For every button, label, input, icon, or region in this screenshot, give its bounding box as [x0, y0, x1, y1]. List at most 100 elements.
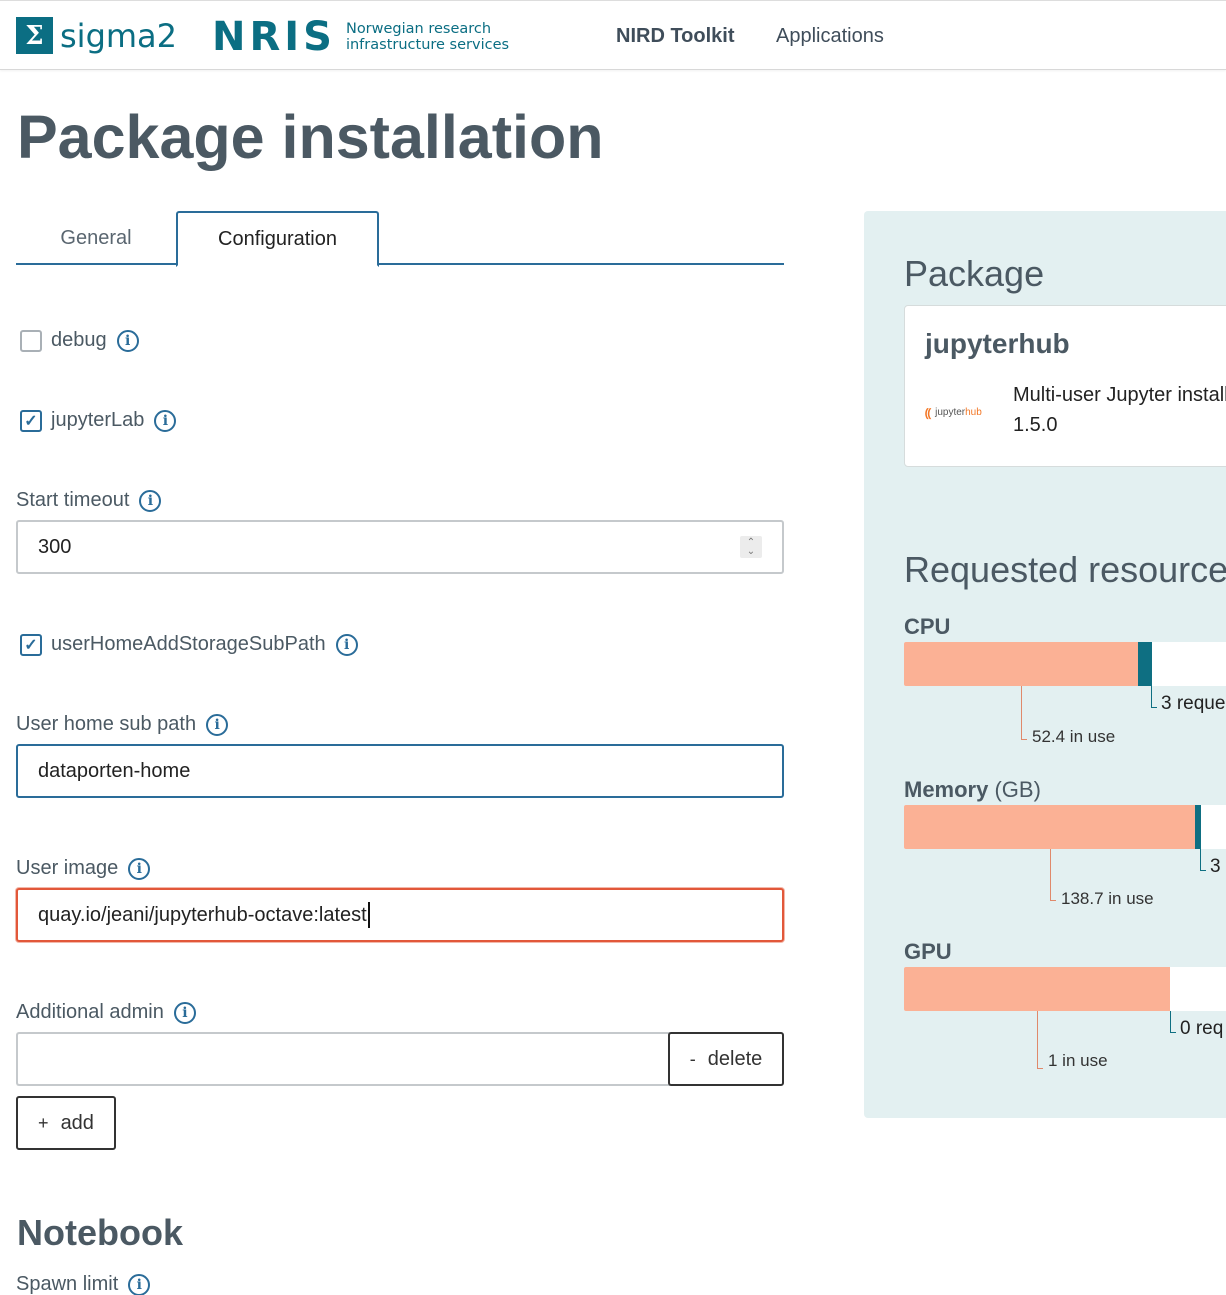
info-icon[interactable]: i	[154, 409, 177, 432]
cpu-in-use-leader	[1021, 686, 1022, 740]
info-icon[interactable]: i	[173, 1001, 196, 1024]
logo-text-hub: hub	[965, 407, 982, 418]
jupyterlab-label: jupyterLab	[51, 409, 145, 431]
jupyter-logo-icon: ⸨	[925, 406, 932, 420]
delete-admin-button[interactable]: - delete	[668, 1032, 784, 1086]
additional-admin-input[interactable]	[16, 1032, 670, 1086]
info-icon[interactable]: i	[116, 329, 139, 352]
gpu-requested-leader	[1170, 1011, 1171, 1033]
sigma2-logo[interactable]: Σ sigma2	[16, 17, 177, 54]
side-panel: Package jupyterhub ⸨ jupyter hub Multi-us…	[864, 211, 1226, 1118]
memory-requested-leader	[1200, 849, 1201, 871]
cpu-in-use-fill	[904, 642, 1138, 686]
sigma-symbol-icon: Σ	[16, 17, 53, 54]
cpu-requested-leader-h	[1151, 707, 1157, 708]
user-image-input[interactable]: quay.io/jeani/jupyterhub-octave:latest	[16, 888, 784, 942]
user-home-add-checkbox[interactable]: ✓	[20, 633, 42, 656]
jupyterlab-checkbox[interactable]: ✓	[20, 409, 42, 432]
requested-resources-heading: Requested resources	[904, 549, 1226, 590]
cpu-bar	[904, 642, 1226, 686]
additional-admin-label-row: Additional admin i	[16, 1001, 196, 1024]
sigma2-wordmark: sigma2	[60, 16, 178, 55]
user-home-sub-path-value: dataporten-home	[38, 759, 191, 782]
gpu-bar	[904, 967, 1226, 1011]
top-navbar: Σ sigma2 NRIS Norwegian research infrast…	[0, 0, 1226, 70]
user-home-sub-path-input[interactable]: dataporten-home	[16, 744, 784, 798]
info-icon[interactable]: i	[128, 1273, 151, 1295]
package-name: jupyterhub	[925, 328, 1070, 359]
start-timeout-label-row: Start timeout i	[16, 489, 162, 512]
start-timeout-input[interactable]: 300 ⌃ ⌄	[16, 520, 784, 574]
debug-label: debug	[51, 329, 107, 351]
jupyterlab-checkbox-row: ✓ jupyterLab i	[20, 409, 177, 432]
spawn-limit-label-row: Spawn limit i	[16, 1273, 151, 1295]
cpu-label: CPU	[904, 614, 950, 640]
nav-nird-toolkit[interactable]: NIRD Toolkit	[616, 25, 735, 48]
nris-logo[interactable]: NRIS Norwegian research infrastructure s…	[212, 15, 521, 59]
user-image-label: User image	[16, 857, 119, 879]
info-icon[interactable]: i	[139, 489, 162, 512]
gpu-requested-label: 0 req	[1180, 1018, 1224, 1039]
user-home-add-label: userHomeAddStorageSubPath	[51, 633, 326, 655]
debug-checkbox-row: debug i	[20, 329, 139, 352]
memory-requested-leader-h	[1200, 870, 1206, 871]
page-title: Package installation	[17, 103, 604, 171]
plus-icon: +	[38, 1112, 49, 1133]
text-caret	[367, 902, 370, 928]
info-icon[interactable]: i	[128, 857, 151, 880]
user-home-add-checkbox-row: ✓ userHomeAddStorageSubPath i	[20, 633, 358, 656]
gpu-requested-leader-h	[1170, 1032, 1176, 1033]
cpu-in-use-label: 52.4 in use	[1032, 727, 1116, 746]
spawn-limit-label: Spawn limit	[16, 1273, 119, 1295]
tab-bar: General Configuration	[16, 211, 784, 267]
add-admin-button[interactable]: + add	[16, 1096, 116, 1150]
gpu-in-use-leader	[1037, 1011, 1038, 1069]
memory-requested-label: 3	[1210, 856, 1221, 877]
nris-wordmark: NRIS	[212, 14, 336, 60]
delete-label: delete	[707, 1047, 763, 1070]
memory-name: Memory	[904, 777, 989, 802]
memory-in-use-leader-h	[1050, 900, 1056, 901]
number-spinner-icon[interactable]: ⌃ ⌄	[740, 536, 762, 558]
package-heading: Package	[904, 253, 1045, 294]
gpu-in-use-label: 1 in use	[1048, 1051, 1108, 1070]
nav-applications[interactable]: Applications	[776, 25, 884, 48]
package-card[interactable]: jupyterhub ⸨ jupyter hub Multi-user Jupyt…	[904, 305, 1226, 467]
memory-requested-fill	[1195, 805, 1201, 849]
minus-icon: -	[689, 1048, 696, 1069]
logo-text-jupyter: jupyter	[935, 407, 966, 418]
tab-configuration[interactable]: Configuration	[176, 211, 379, 267]
memory-label: Memory (GB)	[904, 777, 1041, 803]
user-home-sub-path-label: User home sub path	[16, 713, 197, 735]
cpu-requested-fill	[1138, 642, 1152, 686]
gpu-in-use-leader-h	[1037, 1068, 1043, 1069]
start-timeout-label: Start timeout	[16, 489, 130, 511]
nris-description: Norwegian research infrastructure servic…	[345, 21, 510, 53]
user-image-label-row: User image i	[16, 857, 151, 880]
user-home-sub-path-label-row: User home sub path i	[16, 713, 229, 736]
package-description: Multi-user Jupyter install	[1013, 384, 1226, 406]
additional-admin-label: Additional admin	[16, 1001, 164, 1023]
cpu-requested-leader	[1151, 686, 1152, 708]
cpu-in-use-leader-h	[1021, 739, 1027, 740]
add-label: add	[60, 1111, 94, 1134]
cpu-name: CPU	[904, 614, 951, 639]
gpu-in-use-fill	[904, 967, 1170, 1011]
package-version: 1.5.0	[1013, 414, 1058, 436]
gpu-label: GPU	[904, 939, 952, 965]
notebook-section-title: Notebook	[17, 1212, 183, 1253]
memory-in-use-leader	[1050, 849, 1051, 901]
debug-checkbox[interactable]	[20, 329, 42, 352]
info-icon[interactable]: i	[206, 713, 229, 736]
jupyterhub-logo: ⸨ jupyter hub	[925, 404, 982, 421]
gpu-name: GPU	[904, 939, 952, 964]
info-icon[interactable]: i	[335, 633, 358, 656]
memory-in-use-label: 138.7 in use	[1061, 889, 1154, 908]
memory-unit: (GB)	[994, 777, 1041, 802]
memory-bar	[904, 805, 1226, 849]
memory-in-use-fill	[904, 805, 1195, 849]
cpu-requested-label: 3 reques	[1161, 693, 1226, 714]
user-image-value: quay.io/jeani/jupyterhub-octave:latest	[38, 903, 367, 926]
start-timeout-value: 300	[38, 535, 72, 558]
tab-general[interactable]: General	[16, 211, 176, 265]
